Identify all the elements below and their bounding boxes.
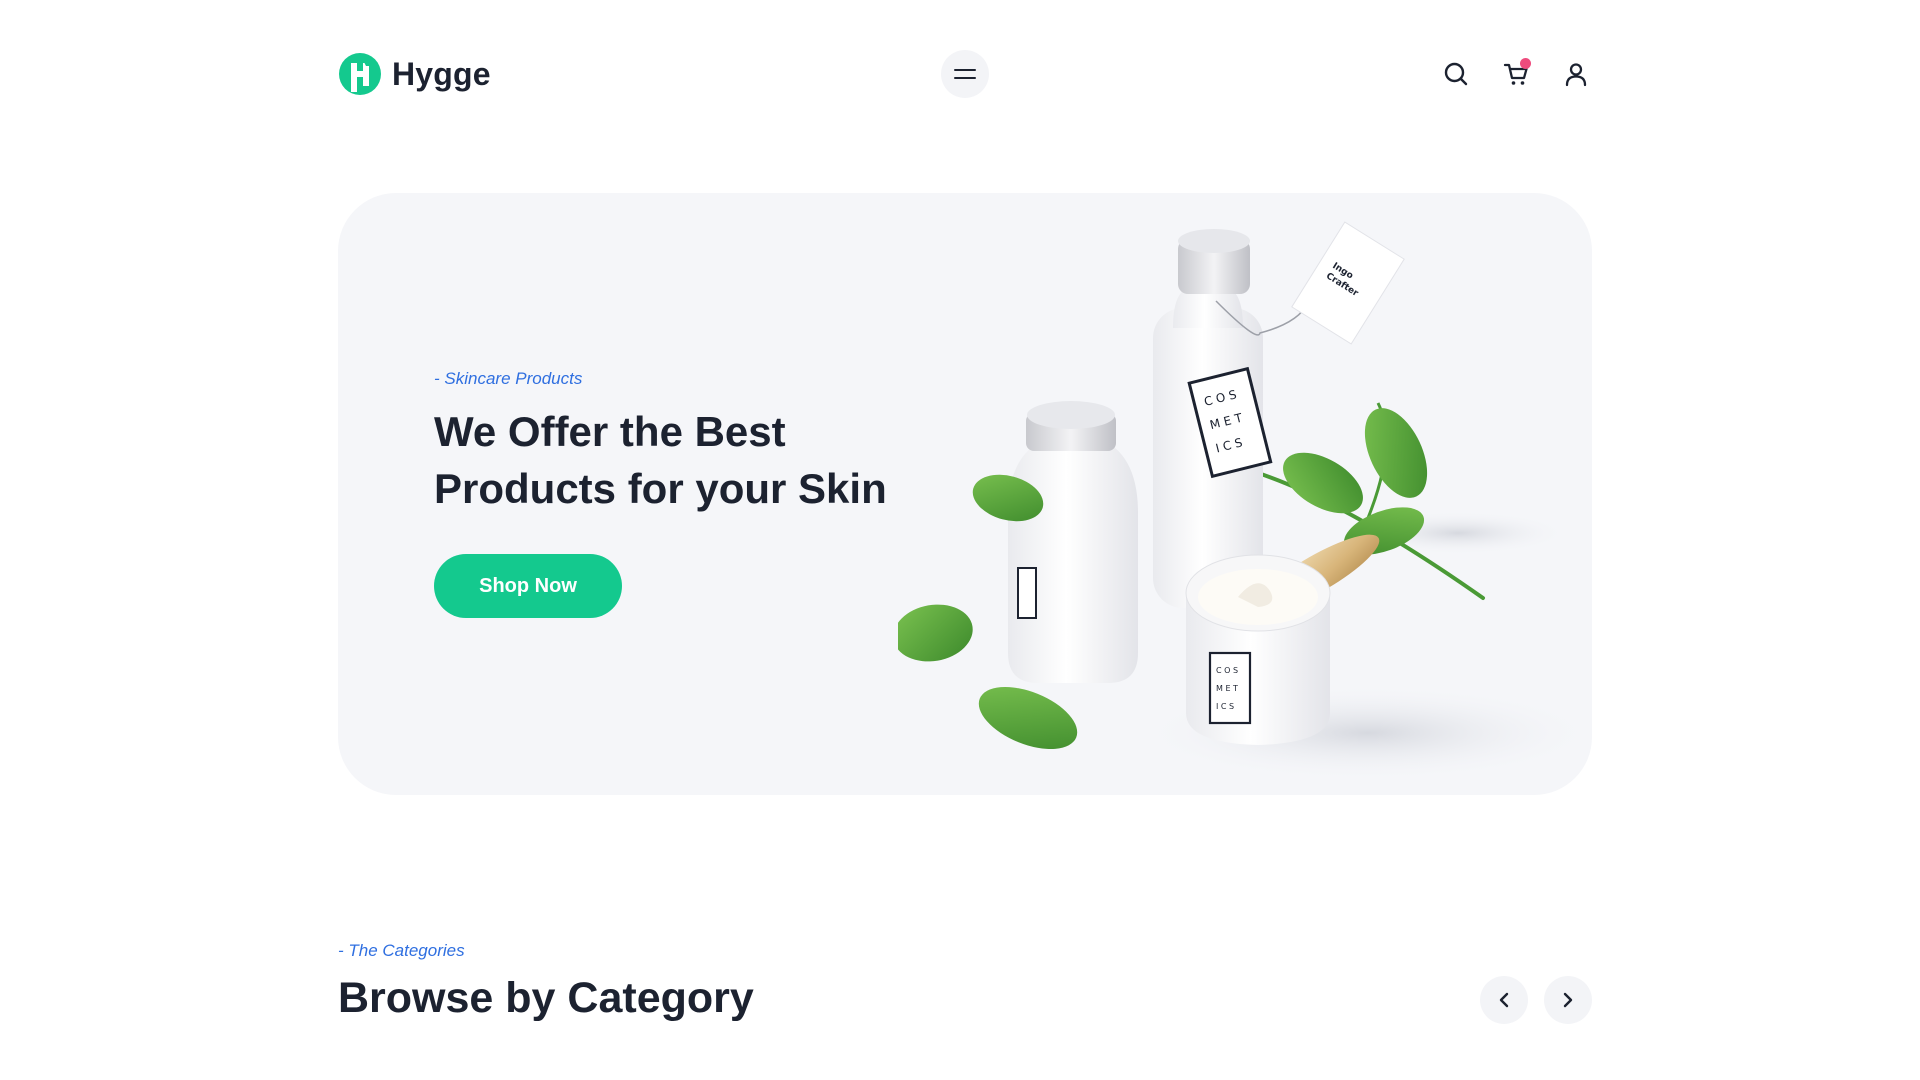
- site-header: Hygge: [338, 50, 1592, 98]
- categories-eyebrow: - The Categories: [338, 941, 465, 960]
- menu-button[interactable]: [941, 50, 989, 98]
- header-actions: [1440, 58, 1592, 90]
- carousel-next-button[interactable]: [1544, 976, 1592, 1024]
- carousel-prev-button[interactable]: [1480, 976, 1528, 1024]
- cart-notification-badge: [1520, 58, 1531, 69]
- chevron-left-icon: [1499, 992, 1509, 1008]
- cart-button[interactable]: [1500, 58, 1532, 90]
- hero-banner: - Skincare Products We Offer the Best Pr…: [338, 193, 1592, 795]
- cosmetics-product-image: C O S M E T I C S Ingo Crafter C O S M E…: [898, 221, 1592, 781]
- user-icon: [1565, 63, 1587, 87]
- svg-text:I C S: I C S: [1216, 702, 1234, 711]
- hero-eyebrow: - Skincare Products: [434, 369, 583, 388]
- category-carousel-controls: [1480, 976, 1592, 1024]
- svg-text:C O S: C O S: [1216, 666, 1238, 675]
- shop-now-button[interactable]: Shop Now: [434, 554, 622, 618]
- account-button[interactable]: [1560, 58, 1592, 90]
- hero-title: We Offer the Best Products for your Skin: [434, 408, 887, 512]
- hamburger-menu-icon: [954, 69, 976, 79]
- categories-title: Browse by Category: [338, 974, 754, 1022]
- svg-text:M E T: M E T: [1216, 684, 1238, 693]
- hygge-logo-icon: [339, 53, 381, 95]
- brand-logo-link[interactable]: Hygge: [338, 52, 491, 96]
- search-icon: [1444, 62, 1468, 86]
- chevron-right-icon: [1563, 992, 1573, 1008]
- search-button[interactable]: [1440, 58, 1472, 90]
- brand-name: Hygge: [392, 55, 491, 92]
